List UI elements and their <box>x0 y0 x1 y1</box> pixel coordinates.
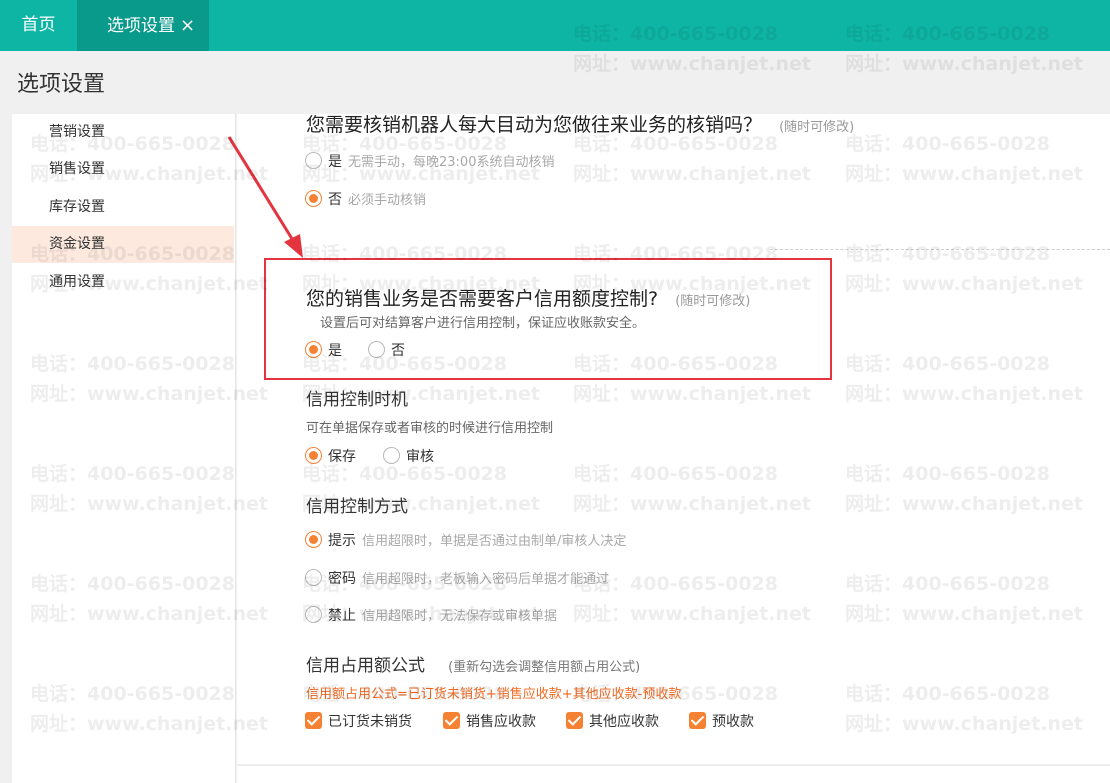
credit-timing-title: 信用控制时机 <box>306 390 408 410</box>
credit-formula-text: 信用额占用公式=已订货未销货+销售应收款+其他应收款-预收款 <box>306 687 682 702</box>
option-label: 保存 <box>328 449 356 465</box>
radio-icon[interactable] <box>305 606 322 623</box>
watermark-site: 网址：www.chanjet.net <box>845 53 1083 75</box>
credit-control-option-no[interactable]: 否 <box>368 340 405 360</box>
checkbox-label: 销售应收款 <box>466 714 536 730</box>
checkbox-checked-icon[interactable] <box>566 712 583 729</box>
option-label: 密码 <box>328 571 356 587</box>
checkbox-checked-icon[interactable] <box>689 712 706 729</box>
credit-method-option-forbid[interactable]: 禁止 信用超限时，无法保存或审核单据 <box>305 605 557 625</box>
auto-writeoff-option-yes[interactable]: 是无需手动，每晚23:00系统自动核销 <box>305 151 554 171</box>
top-tab-bar: 首页 选项设置 × <box>0 0 1110 51</box>
option-label: 是 <box>328 343 342 359</box>
radio-selected-icon[interactable] <box>305 531 322 548</box>
checkbox-label: 已订货未销货 <box>328 714 412 730</box>
radio-icon[interactable] <box>383 447 400 464</box>
page-title: 选项设置 <box>17 72 106 97</box>
auto-writeoff-question-text: 您需要核销机器人每大目动为您做往来业务的核销吗？ <box>306 114 763 136</box>
option-desc: 无需手动，每晚23:00系统自动核销 <box>348 155 555 170</box>
checkbox-checked-icon[interactable] <box>305 712 322 729</box>
option-desc: 信用超限时，老板输入密码后单据才能通过 <box>362 572 610 587</box>
credit-control-hint: (随时可修改) <box>675 294 751 309</box>
credit-method-title: 信用控制方式 <box>306 497 408 517</box>
option-label: 否 <box>328 192 342 208</box>
radio-icon[interactable] <box>368 341 385 358</box>
credit-control-question: 您的销售业务是否需要客户信用额度控制? (随时可修改) <box>306 284 750 311</box>
credit-timing-description: 可在单据保存或者审核的时候进行信用控制 <box>306 421 554 436</box>
option-label: 审核 <box>406 449 434 465</box>
bottom-strip <box>237 765 1110 783</box>
credit-formula-hint: (重新勾选会调整信用额占用公式) <box>448 660 641 675</box>
tab-home[interactable]: 首页 <box>0 0 77 51</box>
auto-writeoff-option-no[interactable]: 否必须手动核销 <box>305 189 426 209</box>
watermark-site: 网址：www.chanjet.net <box>573 53 811 75</box>
section-divider <box>770 249 1110 250</box>
option-desc: 必须手动核销 <box>348 193 427 208</box>
tab-options-settings[interactable]: 选项设置 × <box>77 0 209 51</box>
radio-selected-icon[interactable] <box>305 190 322 207</box>
credit-method-option-password[interactable]: 密码 信用超限时，老板输入密码后单据才能通过 <box>305 568 609 588</box>
credit-formula-title: 信用占用额公式 <box>306 656 425 676</box>
sidebar-item-marketing[interactable]: 营销设置 <box>12 114 234 151</box>
sidebar-item-general[interactable]: 通用设置 <box>12 264 234 301</box>
checkbox-ordered-unsold[interactable]: 已订货未销货 <box>305 711 412 731</box>
sidebar-item-sales[interactable]: 销售设置 <box>12 151 234 188</box>
checkbox-label: 预收款 <box>712 714 754 730</box>
checkbox-advance-receipt[interactable]: 预收款 <box>689 711 754 731</box>
credit-formula-header: 信用占用额公式 (重新勾选会调整信用额占用公式) <box>306 651 640 676</box>
settings-sidebar: 营销设置 销售设置 库存设置 资金设置 通用设置 <box>12 114 236 783</box>
radio-selected-icon[interactable] <box>305 447 322 464</box>
credit-control-question-text: 您的销售业务是否需要客户信用额度控制? <box>306 288 659 310</box>
option-label: 是 <box>328 154 342 170</box>
option-label: 否 <box>391 343 405 359</box>
credit-timing-option-save[interactable]: 保存 <box>305 446 356 466</box>
credit-control-option-yes[interactable]: 是 <box>305 340 342 360</box>
sidebar-item-funds[interactable]: 资金设置 <box>12 226 234 263</box>
option-desc: 信用超限时，无法保存或审核单据 <box>362 609 558 624</box>
checkbox-sales-receivable[interactable]: 销售应收款 <box>443 711 536 731</box>
radio-icon[interactable] <box>305 569 322 586</box>
auto-writeoff-hint: (随时可修改) <box>779 120 855 135</box>
auto-writeoff-question: 您需要核销机器人每大目动为您做往来业务的核销吗？ (随时可修改) <box>306 110 854 137</box>
radio-icon[interactable] <box>305 152 322 169</box>
checkbox-label: 其他应收款 <box>589 714 659 730</box>
sidebar-item-inventory[interactable]: 库存设置 <box>12 189 234 226</box>
option-desc: 信用超限时，单据是否通过由制单/审核人决定 <box>362 534 627 549</box>
tab-options-settings-label: 选项设置 <box>107 16 175 36</box>
checkbox-checked-icon[interactable] <box>443 712 460 729</box>
checkbox-other-receivable[interactable]: 其他应收款 <box>566 711 659 731</box>
credit-method-option-prompt[interactable]: 提示 信用超限时，单据是否通过由制单/审核人决定 <box>305 530 626 550</box>
credit-timing-option-audit[interactable]: 审核 <box>383 446 434 466</box>
option-label: 提示 <box>328 533 356 549</box>
credit-control-description: 设置后可对结算客户进行信用控制，保证应收账款安全。 <box>320 316 646 331</box>
close-icon[interactable]: × <box>180 15 195 36</box>
radio-selected-icon[interactable] <box>305 341 322 358</box>
option-label: 禁止 <box>328 608 356 624</box>
